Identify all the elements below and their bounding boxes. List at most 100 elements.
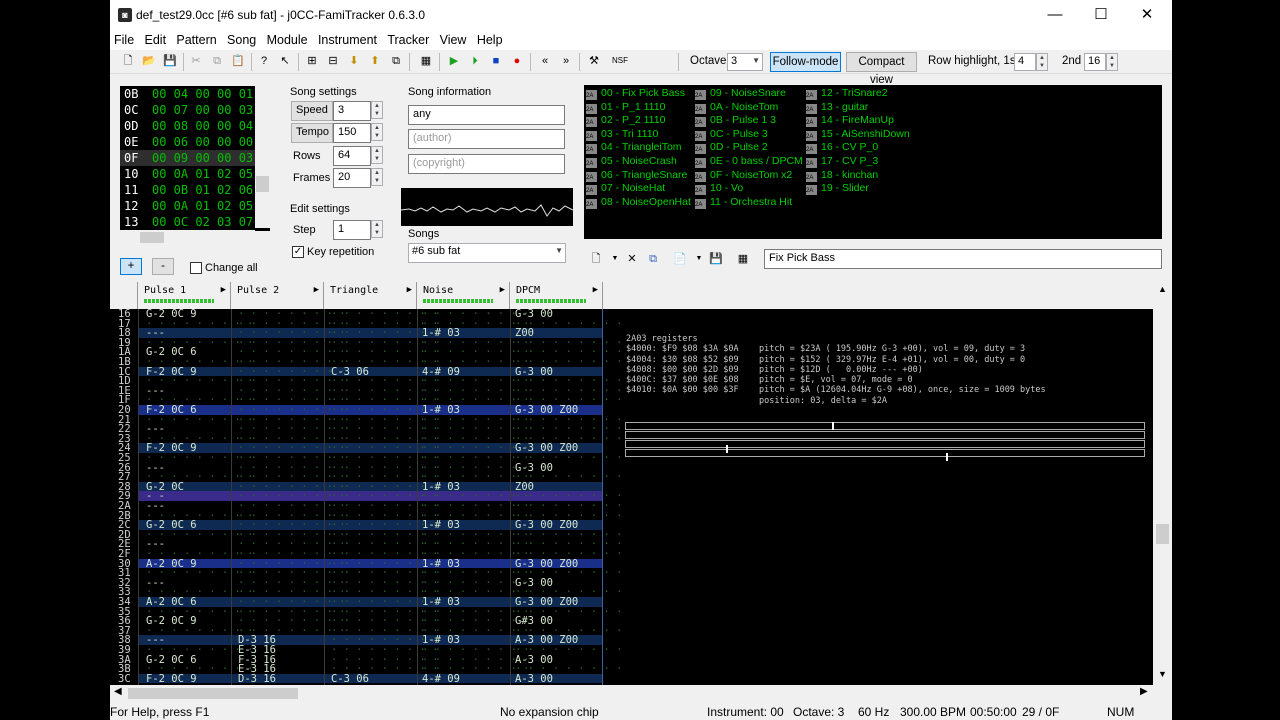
nsf-export-icon[interactable]: NSF — [608, 53, 632, 69]
frame-list[interactable]: 0B 00 04 00 00 01 0C 00 07 00 00 03 0D 00 0… — [120, 86, 270, 231]
frame-row[interactable]: 12 00 0A 01 02 05 — [120, 198, 270, 214]
instrument-item[interactable]: 2A 0A - NoiseTom — [695, 101, 803, 115]
instrument-item[interactable]: 2A 0C - Pulse 3 — [695, 128, 803, 142]
chevron-down-icon[interactable]: ▼ — [607, 251, 623, 267]
context-help-icon[interactable]: ↖ — [277, 53, 293, 69]
scroll-thumb[interactable] — [140, 232, 164, 243]
duplicate-frame-icon[interactable]: ⧉ — [388, 53, 404, 69]
menu-pattern[interactable]: Pattern — [172, 31, 219, 47]
rows-field[interactable]: 64 — [333, 146, 371, 166]
next-song-icon[interactable]: » — [558, 53, 574, 69]
frames-field[interactable]: 20 — [333, 168, 371, 188]
speed-field[interactable]: 3 — [333, 101, 371, 121]
compact-view-button[interactable]: Compact view — [846, 52, 917, 86]
pattern-vscrollbar-track[interactable]: ▲ ▼ — [1153, 282, 1172, 685]
frame-row-current[interactable]: 0F 00 09 00 00 03 — [120, 150, 270, 166]
clone-instrument-icon[interactable]: ⧉ — [645, 251, 661, 267]
pattern-cell[interactable]: 4-# 09 — [422, 674, 460, 685]
instrument-item[interactable]: 2A 0E - 0 bass / DPCM — [695, 155, 803, 169]
channel-header-pulse2[interactable]: Pulse 2 ▶ — [231, 282, 324, 309]
instrument-item[interactable]: 2A 19 - Slider — [806, 182, 910, 196]
tempo-button[interactable]: Tempo — [291, 123, 333, 143]
instrument-list[interactable]: 2A 00 - Fix Pick Bass 2A 01 - P_1 1110 2A 02 … — [584, 85, 1162, 239]
instrument-item[interactable]: 2A 10 - Vo — [695, 182, 803, 196]
remove-instrument-icon[interactable]: ✕ — [624, 251, 640, 267]
instrument-item[interactable]: 2A 14 - FireManUp — [806, 114, 910, 128]
edit-instrument-icon[interactable]: ▦ — [735, 251, 751, 267]
song-name-field[interactable]: any — [408, 105, 565, 125]
speed-button[interactable]: Speed — [291, 101, 333, 121]
frame-row[interactable]: 10 00 0A 01 02 05 — [120, 166, 270, 182]
module-properties-icon[interactable]: ▦ — [418, 53, 434, 69]
follow-mode-button[interactable]: Follow-mode — [770, 52, 841, 72]
step-field[interactable]: 1 — [333, 220, 371, 240]
channel-header-triangle[interactable]: Triangle ▶ — [324, 282, 417, 309]
settings-icon[interactable]: ⚒ — [586, 53, 602, 69]
frame-row[interactable]: 0B 00 04 00 00 01 — [120, 86, 270, 102]
instrument-item[interactable]: 2A 18 - kinchan — [806, 169, 910, 183]
rows-spinner[interactable]: ▲ ▼ — [371, 146, 383, 164]
speed-spinner[interactable]: ▲ ▼ — [371, 101, 383, 119]
record-icon[interactable]: ● — [509, 53, 525, 69]
step-spinner[interactable]: ▲ ▼ — [371, 220, 383, 238]
insert-frame-icon[interactable]: ⊞ — [304, 53, 320, 69]
add-frame-button[interactable]: + — [120, 258, 142, 275]
copyright-field[interactable]: (copyright) — [408, 154, 565, 174]
instrument-item[interactable]: 2A 04 - TriangleiTom — [586, 141, 691, 155]
menu-module[interactable]: Module — [263, 31, 311, 47]
new-file-icon[interactable]: 🗋 — [120, 53, 136, 69]
chevron-left-icon[interactable]: ◀ — [114, 686, 122, 697]
new-instrument-icon[interactable]: 🗋 — [588, 251, 604, 267]
song-select[interactable]: #6 sub fat ▼ — [408, 243, 566, 263]
remove-frame-icon[interactable]: ⊟ — [325, 53, 341, 69]
tempo-field[interactable]: 150 — [333, 123, 371, 143]
instrument-item[interactable]: 2A 01 - P_1 1110 — [586, 101, 691, 115]
move-frame-down-icon[interactable]: ⬇ — [346, 53, 362, 69]
instrument-item[interactable]: 2A 08 - NoiseOpenHat — [586, 196, 691, 210]
scroll-thumb[interactable] — [128, 688, 298, 699]
scroll-thumb[interactable] — [256, 176, 269, 192]
chevron-right-icon[interactable]: ▶ — [1140, 686, 1148, 697]
stop-icon[interactable]: ■ — [488, 53, 504, 69]
open-file-icon[interactable]: 📂 — [141, 53, 157, 69]
close-button[interactable]: ✕ — [1124, 0, 1170, 31]
menu-help[interactable]: Help — [473, 31, 506, 47]
instrument-item[interactable]: 2A 12 - TriSnare2 — [806, 87, 910, 101]
row-highlight-1st-spinner[interactable]: ▲ ▼ — [1036, 53, 1048, 71]
pattern-hscrollbar[interactable]: ◀ ▶ — [110, 685, 1153, 702]
instrument-item[interactable]: 2A 11 - Orchestra Hit — [695, 196, 803, 210]
frame-row[interactable]: 13 00 0C 02 03 07 — [120, 214, 270, 230]
scroll-thumb[interactable] — [1156, 524, 1169, 544]
menu-instrument[interactable]: Instrument — [314, 31, 380, 47]
instrument-item[interactable]: 2A 07 - NoiseHat — [586, 182, 691, 196]
menu-file[interactable]: File — [110, 31, 137, 47]
paste-icon[interactable]: 📋 — [230, 53, 246, 69]
frame-row[interactable]: 11 00 0B 01 02 06 — [120, 182, 270, 198]
instrument-item[interactable]: 2A 0D - Pulse 2 — [695, 141, 803, 155]
frame-row[interactable]: 0D 00 08 00 00 04 — [120, 118, 270, 134]
channel-header-noise[interactable]: Noise ▶ — [417, 282, 510, 309]
row-highlight-1st-field[interactable]: 4 — [1014, 53, 1036, 71]
minimize-button[interactable]: — — [1032, 0, 1078, 31]
instrument-item[interactable]: 2A 03 - Tri 1110 — [586, 128, 691, 142]
pattern-cell[interactable]: A-3 00 — [515, 674, 553, 685]
instrument-item[interactable]: 2A 09 - NoiseSnare — [695, 87, 803, 101]
row-highlight-2nd-spinner[interactable]: ▲ ▼ — [1106, 53, 1118, 71]
about-icon[interactable]: ? — [256, 53, 272, 69]
frames-spinner[interactable]: ▲ ▼ — [371, 168, 383, 186]
menu-song[interactable]: Song — [223, 31, 259, 47]
channel-header-pulse1[interactable]: Pulse 1 ▶ — [138, 282, 231, 309]
previous-song-icon[interactable]: « — [537, 53, 553, 69]
chevron-up-icon[interactable]: ▲ — [1153, 284, 1172, 294]
copy-icon[interactable]: ⧉ — [209, 53, 225, 69]
instrument-item[interactable]: 2A 0B - Pulse 1 3 — [695, 114, 803, 128]
tempo-spinner[interactable]: ▲ ▼ — [371, 123, 383, 141]
octave-select[interactable]: 3 ▼ — [727, 53, 763, 71]
author-field[interactable]: (author) — [408, 129, 565, 149]
channel-header-dpcm[interactable]: DPCM ▶ — [510, 282, 603, 309]
chevron-down-icon[interactable]: ▼ — [1153, 669, 1172, 679]
save-icon[interactable]: 💾 — [162, 53, 178, 69]
pattern-cell[interactable]: F-2 0C 9 — [146, 674, 197, 685]
instrument-item[interactable]: 2A 0F - NoiseTom x2 — [695, 169, 803, 183]
instrument-item[interactable]: 2A 13 - guitar — [806, 101, 910, 115]
